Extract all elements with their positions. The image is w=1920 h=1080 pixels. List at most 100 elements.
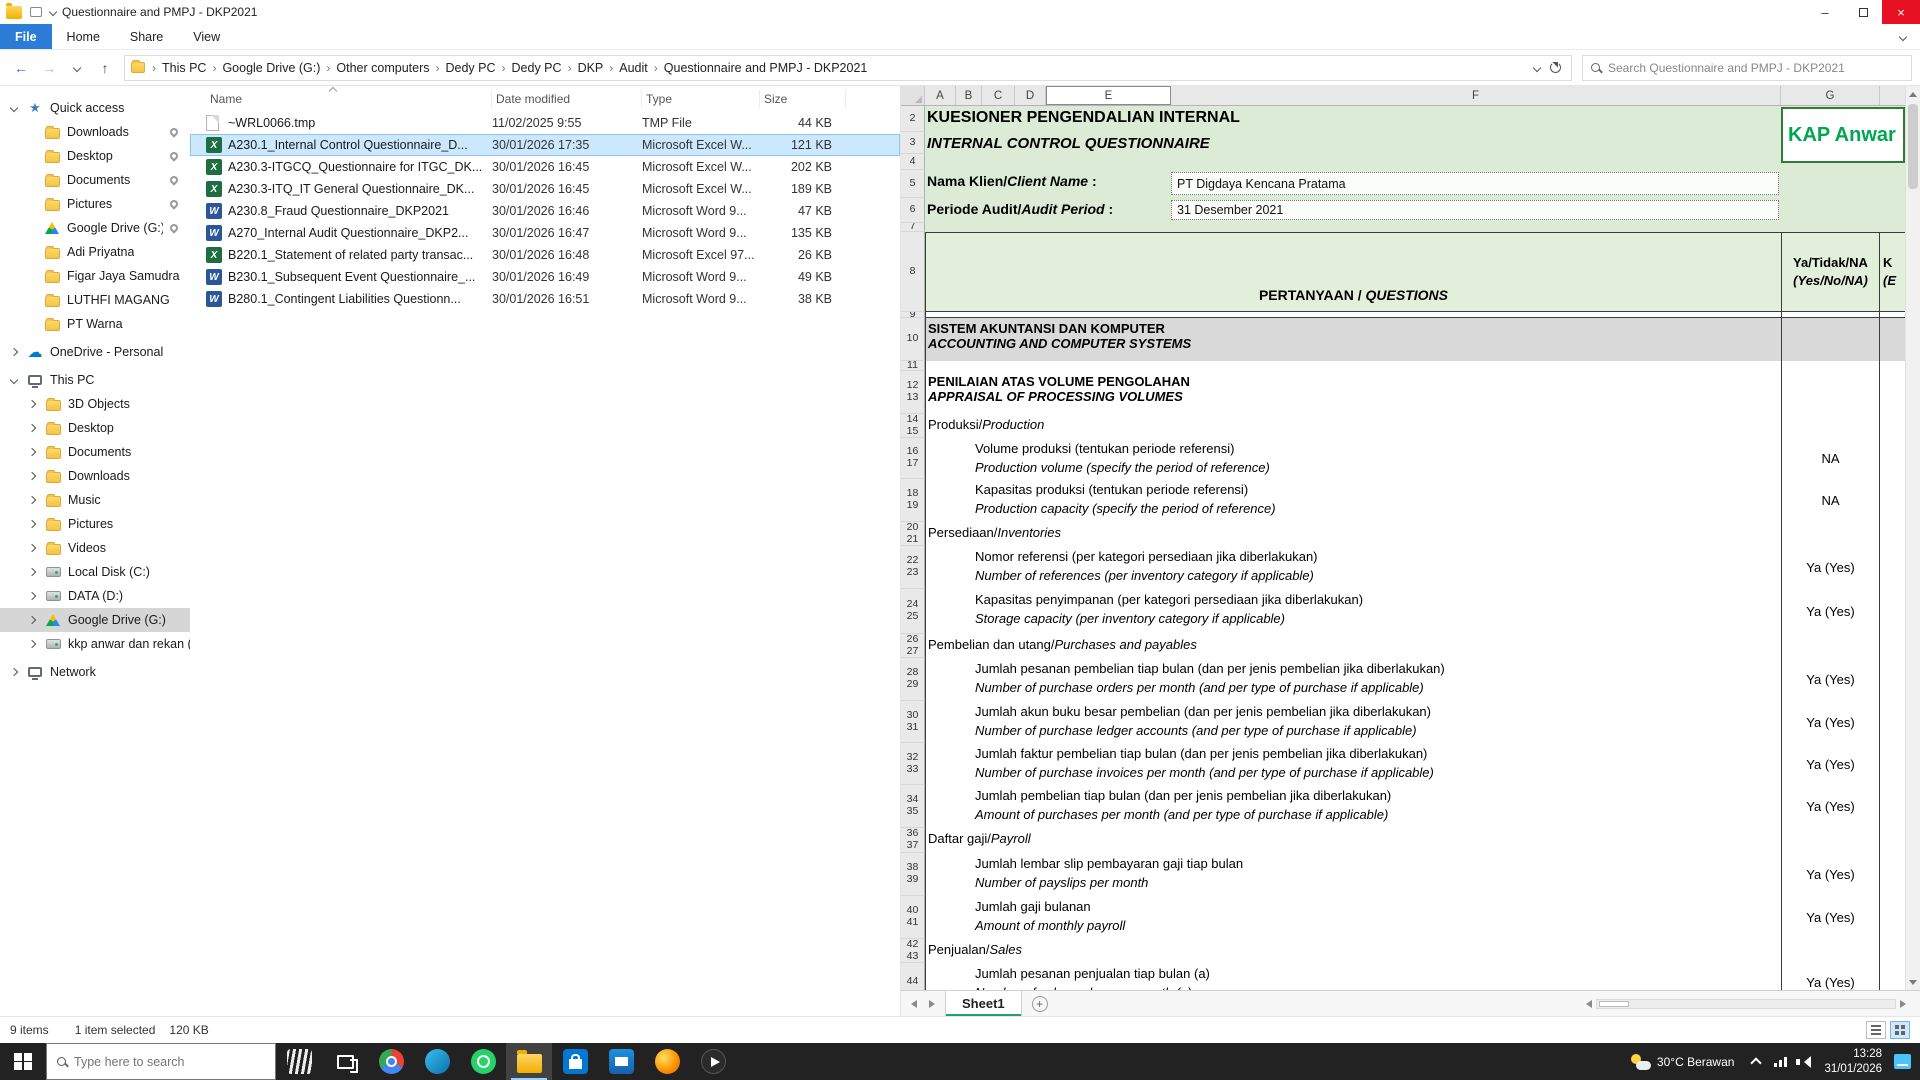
file-row[interactable]: B280.1_Contingent Liabilities Questionn.… xyxy=(190,288,900,310)
taskbar-search-input[interactable] xyxy=(74,1055,265,1069)
quick-access-toolbar-icon[interactable] xyxy=(30,7,42,17)
file-row[interactable]: A270_Internal Audit Questionnaire_DKP2..… xyxy=(190,222,900,244)
taskbar-app-file-explorer[interactable] xyxy=(506,1043,552,1080)
file-row-selected[interactable]: A230.1_Internal Control Questionnaire_D.… xyxy=(190,134,900,156)
sidebar-item-luthfi-magang[interactable]: LUTHFI MAGANG xyxy=(0,288,190,312)
sidebar-item-figar-jaya-samudra[interactable]: Figar Jaya Samudra xyxy=(0,264,190,288)
taskbar-app-chrome[interactable] xyxy=(368,1043,414,1080)
sidebar-item-documents[interactable]: Documents xyxy=(0,168,190,192)
column-header-size[interactable]: Size xyxy=(760,90,846,108)
taskbar-app-firefox[interactable] xyxy=(644,1043,690,1080)
file-row[interactable]: B220.1_Statement of related party transa… xyxy=(190,244,900,266)
sidebar-item-network-share[interactable]: kkp anwar dan rekan (\\1 xyxy=(0,632,190,656)
breadcrumb[interactable]: Questionnaire and PMPJ - DKP2021 xyxy=(659,61,873,75)
details-view-button[interactable] xyxy=(1866,1021,1886,1039)
file-row[interactable]: A230.8_Fraud Questionnaire_DKP202130/01/… xyxy=(190,200,900,222)
tab-home[interactable]: Home xyxy=(52,24,115,49)
show-hidden-icons-button[interactable] xyxy=(1744,1056,1768,1067)
breadcrumb[interactable]: Google Drive (G:) xyxy=(217,61,325,75)
sidebar-item-local-disk-c[interactable]: Local Disk (C:) xyxy=(0,560,190,584)
sheet-tab-sheet1[interactable]: Sheet1 xyxy=(945,991,1022,1016)
sidebar-item-adi-priyatna[interactable]: Adi Priyatna xyxy=(0,240,190,264)
sidebar-group-quick-access[interactable]: ★Quick access xyxy=(0,96,190,120)
breadcrumb[interactable]: Dedy PC xyxy=(507,61,567,75)
taskbar-app-mail[interactable] xyxy=(598,1043,644,1080)
folder-icon xyxy=(45,176,60,187)
address-dropdown-chevron-icon[interactable] xyxy=(1533,63,1541,71)
sidebar-item-google-drive-pinned[interactable]: Google Drive (G:) xyxy=(0,216,190,240)
taskbar-app-edge[interactable] xyxy=(414,1043,460,1080)
search-input[interactable] xyxy=(1608,61,1903,75)
sidebar-item-music[interactable]: Music xyxy=(0,488,190,512)
breadcrumb[interactable]: DKP xyxy=(573,61,609,75)
scroll-up-arrow-icon[interactable] xyxy=(1906,86,1920,102)
tab-file[interactable]: File xyxy=(0,24,52,49)
up-button[interactable]: ↑ xyxy=(92,55,118,81)
scroll-right-arrow-icon[interactable] xyxy=(1900,1000,1910,1008)
preview-horizontal-scrollbar[interactable] xyxy=(1582,991,1920,1016)
sidebar-item-pc-desktop[interactable]: Desktop xyxy=(0,416,190,440)
sidebar-item-3d-objects[interactable]: 3D Objects xyxy=(0,392,190,416)
qat-chevron-down-icon[interactable] xyxy=(49,8,57,16)
taskbar-app-zebra[interactable] xyxy=(276,1043,322,1080)
task-view-button[interactable] xyxy=(322,1043,368,1080)
taskbar-app-store[interactable] xyxy=(552,1043,598,1080)
sidebar-group-network[interactable]: Network xyxy=(0,660,190,684)
action-center-button[interactable] xyxy=(1890,1054,1914,1069)
tab-share[interactable]: Share xyxy=(115,24,178,49)
back-button[interactable]: ← xyxy=(8,55,34,81)
refresh-icon[interactable] xyxy=(1550,62,1561,73)
large-icons-view-button[interactable] xyxy=(1890,1021,1910,1039)
address-box[interactable]: › This PC› Google Drive (G:)› Other comp… xyxy=(124,55,1572,81)
minimize-button[interactable]: – xyxy=(1806,0,1844,24)
file-row[interactable]: A230.3-ITQ_IT General Questionnaire_DK..… xyxy=(190,178,900,200)
sidebar-item-pc-pictures[interactable]: Pictures xyxy=(0,512,190,536)
scroll-left-arrow-icon[interactable] xyxy=(1582,1000,1592,1008)
column-header-name[interactable]: Name xyxy=(206,90,492,108)
expand-ribbon-chevron-icon[interactable] xyxy=(1899,32,1907,40)
column-header-date-modified[interactable]: Date modified xyxy=(492,90,642,108)
file-row[interactable]: ~WRL0066.tmp11/02/2025 9:55TMP File44 KB xyxy=(190,112,900,134)
column-header-type[interactable]: Type xyxy=(642,90,760,108)
tab-view[interactable]: View xyxy=(178,24,235,49)
network-tray-icon[interactable] xyxy=(1768,1057,1792,1067)
sidebar-item-pc-documents[interactable]: Documents xyxy=(0,440,190,464)
preview-vertical-scrollbar[interactable] xyxy=(1905,86,1920,990)
sidebar-group-onedrive[interactable]: ☁OneDrive - Personal xyxy=(0,340,190,364)
sheet-row-question: 3839Jumlah lembar slip pembayaran gaji t… xyxy=(901,853,1905,896)
sidebar-item-downloads[interactable]: Downloads xyxy=(0,120,190,144)
start-button[interactable] xyxy=(0,1043,46,1080)
sidebar-item-google-drive-g[interactable]: Google Drive (G:) xyxy=(0,608,190,632)
taskbar-clock[interactable]: 13:28 31/01/2026 xyxy=(1816,1047,1890,1077)
search-box[interactable] xyxy=(1582,55,1912,81)
file-row[interactable]: B230.1_Subsequent Event Questionnaire_..… xyxy=(190,266,900,288)
taskbar-app-media[interactable] xyxy=(690,1043,736,1080)
volume-tray-icon[interactable] xyxy=(1792,1056,1816,1068)
sidebar-item-pt-warna[interactable]: PT Warna xyxy=(0,312,190,336)
close-button[interactable]: × xyxy=(1882,0,1920,24)
forward-button[interactable]: → xyxy=(36,55,62,81)
sidebar-group-this-pc[interactable]: This PC xyxy=(0,368,190,392)
recent-locations-chevron[interactable] xyxy=(64,55,90,81)
sheet-nav-left-icon[interactable] xyxy=(901,991,923,1016)
maximize-button[interactable] xyxy=(1844,0,1882,24)
taskbar-search[interactable] xyxy=(46,1043,276,1080)
sidebar-item-videos[interactable]: Videos xyxy=(0,536,190,560)
taskbar-app-whatsapp[interactable] xyxy=(460,1043,506,1080)
sidebar-item-pictures[interactable]: Pictures xyxy=(0,192,190,216)
breadcrumb[interactable]: Dedy PC xyxy=(441,61,501,75)
breadcrumb[interactable]: Other computers xyxy=(331,61,434,75)
sidebar-item-pc-downloads[interactable]: Downloads xyxy=(0,464,190,488)
scroll-down-arrow-icon[interactable] xyxy=(1906,974,1920,990)
breadcrumb[interactable]: Audit xyxy=(614,61,653,75)
breadcrumb[interactable]: This PC xyxy=(157,61,211,75)
sheet-nav-right-icon[interactable] xyxy=(923,991,945,1016)
weather-button[interactable]: 30°C Berawan xyxy=(1621,1054,1745,1070)
new-sheet-button[interactable] xyxy=(1032,996,1048,1012)
file-row[interactable]: A230.3-ITGCQ_Questionnaire for ITGC_DK..… xyxy=(190,156,900,178)
scrollbar-thumb[interactable] xyxy=(1908,104,1918,189)
clock-date: 31/01/2026 xyxy=(1824,1062,1882,1077)
scrollbar-thumb[interactable] xyxy=(1599,1001,1629,1007)
sidebar-item-data-d[interactable]: DATA (D:) xyxy=(0,584,190,608)
sidebar-item-desktop[interactable]: Desktop xyxy=(0,144,190,168)
